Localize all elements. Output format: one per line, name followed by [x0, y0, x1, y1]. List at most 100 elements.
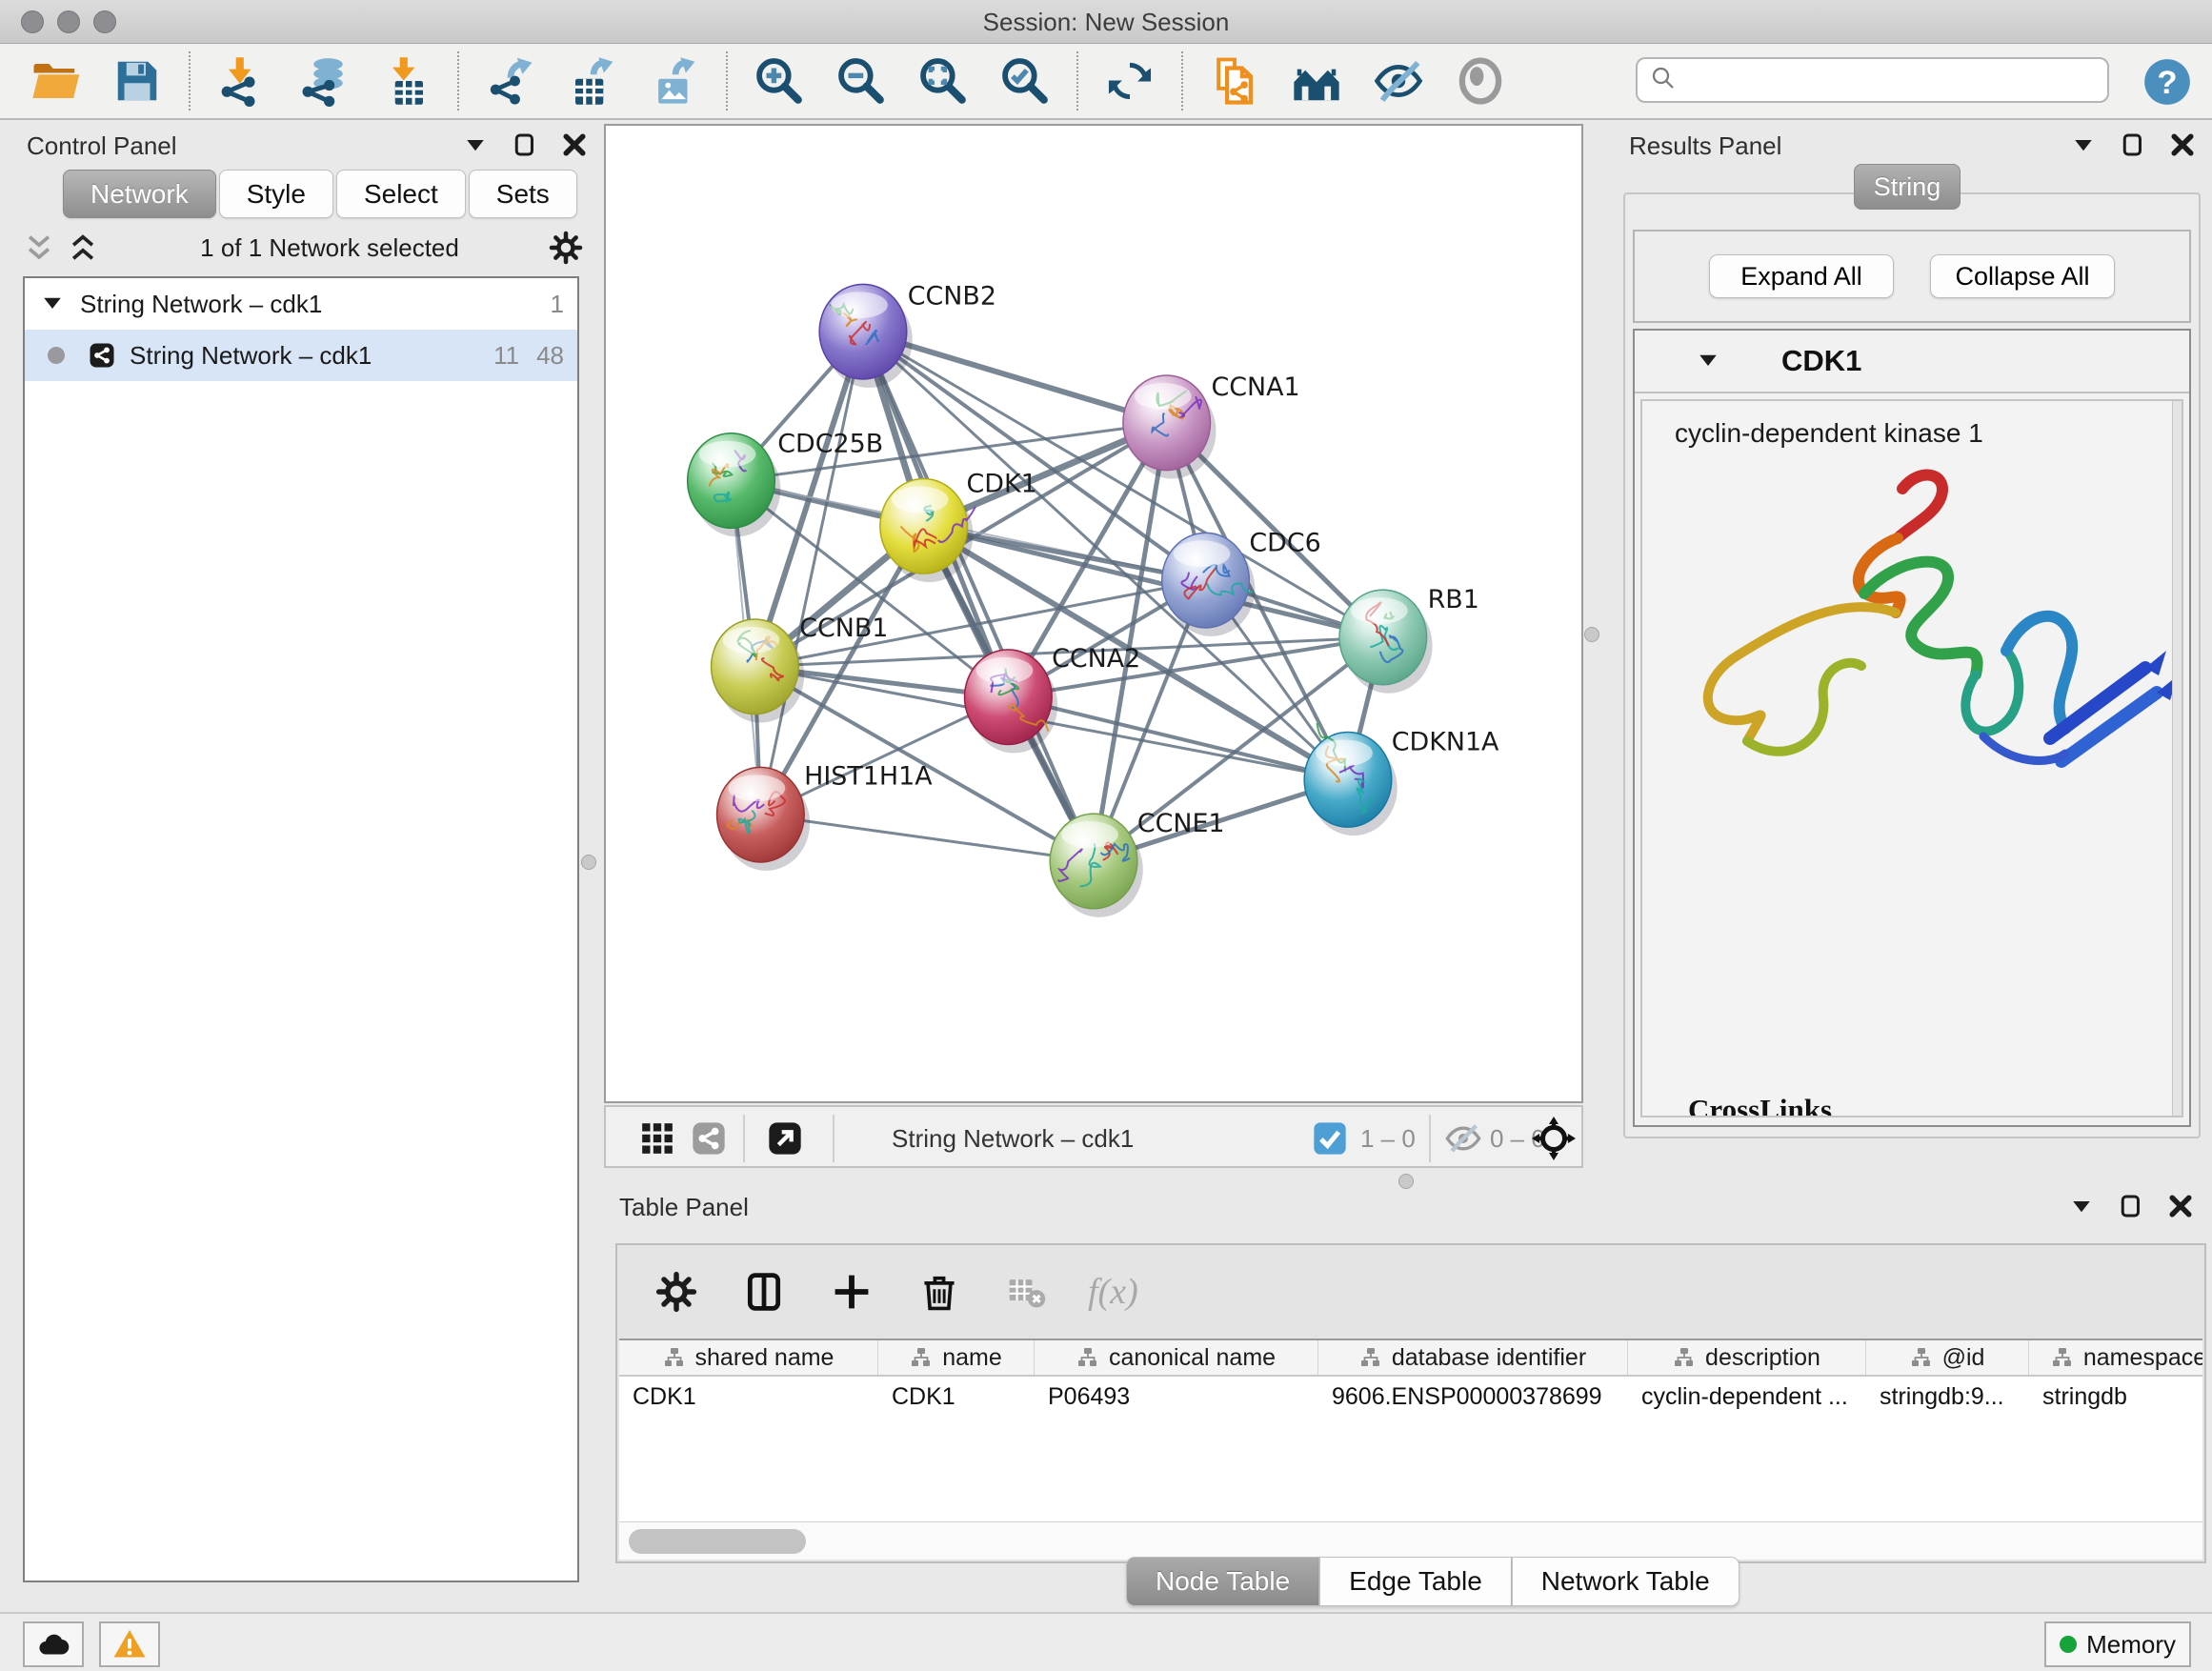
string-home-icon[interactable] — [1290, 54, 1343, 108]
export-table-icon[interactable] — [566, 54, 619, 108]
network-edge[interactable] — [760, 815, 1094, 861]
panel-menu-icon[interactable] — [2067, 1192, 2096, 1220]
crosslinks-heading: CrossLinks — [1688, 1093, 1832, 1117]
panel-float-icon[interactable] — [511, 131, 539, 159]
column-header-name[interactable]: name — [878, 1340, 1035, 1375]
network-row-selected[interactable]: String Network – cdk1 11 48 — [25, 330, 577, 381]
table-settings-gear-icon[interactable] — [650, 1265, 703, 1319]
toggle-glasses-icon[interactable] — [1372, 54, 1425, 108]
selected-checkbox-icon[interactable] — [1311, 1119, 1349, 1158]
panel-close-icon[interactable] — [2166, 1192, 2195, 1220]
network-node-CCNB2[interactable] — [819, 284, 913, 388]
column-header-namespace[interactable]: namespace — [2029, 1340, 2202, 1375]
grid-view-icon[interactable] — [638, 1119, 676, 1158]
export-image-icon[interactable] — [648, 54, 701, 108]
network-options-gear-icon[interactable] — [549, 231, 583, 265]
refresh-view-icon[interactable] — [1103, 54, 1156, 108]
search-input[interactable] — [1685, 67, 2096, 93]
tab-network-table[interactable]: Network Table — [1512, 1557, 1739, 1606]
table-cell[interactable]: CDK1 — [878, 1377, 1035, 1419]
collapse-all-button[interactable]: Collapse All — [1930, 254, 2115, 298]
network-node-CDK1[interactable] — [880, 479, 975, 583]
network-selection-status: 1 of 1 Network selected — [111, 233, 549, 263]
tab-select[interactable]: Select — [336, 170, 466, 218]
right-splitter-handle[interactable] — [1584, 627, 1599, 642]
scrollbar-thumb[interactable] — [629, 1529, 806, 1554]
table-row[interactable]: CDK1CDK1P064939606.ENSP00000378699cyclin… — [619, 1377, 2202, 1419]
table-cell[interactable]: stringdb:9... — [1866, 1377, 2029, 1419]
bottom-splitter-handle[interactable] — [1398, 1174, 1414, 1189]
tab-sets[interactable]: Sets — [469, 170, 577, 218]
column-header-shared-name[interactable]: shared name — [619, 1340, 878, 1375]
left-splitter-handle[interactable] — [581, 855, 596, 870]
open-session-icon[interactable] — [29, 54, 82, 108]
column-header-database-identifier[interactable]: database identifier — [1318, 1340, 1628, 1375]
section-disclosure-icon[interactable] — [1694, 347, 1722, 375]
memory-button[interactable]: Memory — [2044, 1621, 2191, 1667]
zoom-in-icon[interactable] — [753, 54, 806, 108]
import-network-database-icon[interactable] — [297, 54, 351, 108]
warnings-button[interactable] — [99, 1621, 160, 1667]
gene-section-header[interactable]: CDK1 — [1635, 331, 2189, 393]
network-share-view-icon[interactable] — [690, 1119, 728, 1158]
import-table-file-icon[interactable] — [379, 54, 432, 108]
table-horizontal-scrollbar[interactable] — [619, 1521, 2202, 1560]
toggle-preview-icon[interactable] — [1454, 54, 1507, 108]
panel-float-icon[interactable] — [2119, 131, 2147, 159]
column-header-description[interactable]: description — [1628, 1340, 1866, 1375]
zoom-out-icon[interactable] — [835, 54, 888, 108]
zoom-selected-icon[interactable] — [998, 54, 1052, 108]
panel-menu-icon[interactable] — [461, 131, 490, 159]
column-header-@id[interactable]: @id — [1866, 1340, 2029, 1375]
table-cell[interactable]: cyclin-dependent ... — [1628, 1377, 1866, 1419]
table-cell[interactable]: 9606.ENSP00000378699 — [1318, 1377, 1628, 1419]
panel-close-icon[interactable] — [2168, 131, 2197, 159]
network-node-CCNE1[interactable] — [1050, 814, 1143, 917]
network-share-icon — [88, 341, 116, 370]
help-button[interactable]: ? — [2142, 57, 2192, 107]
network-node-CDC25B[interactable] — [688, 433, 781, 537]
results-scrollbar[interactable] — [2172, 401, 2182, 1116]
tab-network[interactable]: Network — [63, 170, 216, 218]
save-session-icon[interactable] — [111, 54, 164, 108]
import-network-file-icon[interactable] — [215, 54, 269, 108]
show-columns-icon[interactable] — [737, 1265, 791, 1319]
network-node-HIST1H1A[interactable] — [717, 767, 811, 871]
collapse-all-icon[interactable] — [23, 232, 55, 264]
table-cell[interactable]: stringdb — [2029, 1377, 2202, 1419]
delete-column-trash-icon[interactable] — [913, 1265, 966, 1319]
network-node-CCNA2[interactable] — [965, 650, 1058, 754]
toolbar-divider — [189, 51, 191, 111]
zoom-fit-icon[interactable] — [916, 54, 970, 108]
tab-string[interactable]: String — [1854, 164, 1961, 210]
hidden-eye-icon[interactable] — [1444, 1119, 1482, 1158]
cloud-status-button[interactable] — [23, 1621, 84, 1667]
birds-eye-crosshair-icon[interactable] — [1532, 1117, 1576, 1160]
panel-menu-icon[interactable] — [2069, 131, 2098, 159]
export-network-icon[interactable] — [484, 54, 537, 108]
svg-text:?: ? — [2157, 65, 2177, 101]
table-cell[interactable]: CDK1 — [619, 1377, 878, 1419]
expand-all-button[interactable]: Expand All — [1709, 254, 1894, 298]
network-node-RB1[interactable] — [1339, 590, 1433, 694]
detach-view-icon[interactable] — [766, 1119, 804, 1158]
network-collection-row[interactable]: String Network – cdk1 1 — [25, 278, 577, 330]
panel-close-icon[interactable] — [560, 131, 589, 159]
tab-style[interactable]: Style — [219, 170, 333, 218]
expand-all-icon[interactable] — [67, 232, 99, 264]
network-canvas[interactable]: CCNB2CCNA1CDC25BCDK1CDC6RB1CCNB1CCNA2CDK… — [604, 124, 1583, 1103]
tab-node-table[interactable]: Node Table — [1126, 1557, 1319, 1606]
table-cell[interactable]: P06493 — [1035, 1377, 1318, 1419]
network-node-CCNA1[interactable] — [1123, 375, 1217, 479]
tab-edge-table[interactable]: Edge Table — [1319, 1557, 1512, 1606]
clone-document-icon[interactable] — [1208, 54, 1261, 108]
column-header-canonical-name[interactable]: canonical name — [1035, 1340, 1318, 1375]
add-column-icon[interactable] — [825, 1265, 878, 1319]
node-label-CCNE1: CCNE1 — [1137, 809, 1225, 838]
memory-status-icon — [2060, 1636, 2077, 1653]
collection-disclosure-icon[interactable] — [38, 290, 67, 318]
node-label-CDKN1A: CDKN1A — [1392, 727, 1499, 756]
panel-float-icon[interactable] — [2117, 1192, 2145, 1220]
search-box[interactable] — [1636, 57, 2109, 103]
node-table[interactable]: shared namenamecanonical namedatabase id… — [619, 1339, 2202, 1521]
